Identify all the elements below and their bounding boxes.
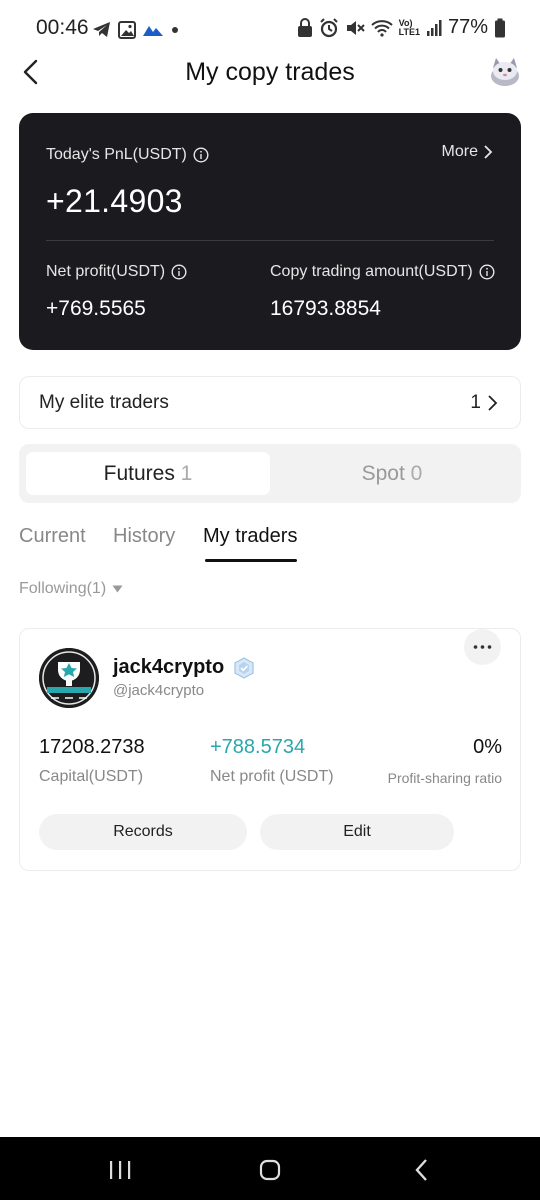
trader-handle: @jack4crypto	[113, 682, 205, 699]
segment-spot-count: 0	[410, 462, 423, 485]
card-divider	[46, 240, 494, 241]
verified-badge-icon	[234, 656, 254, 679]
profit-sharing-ratio-label: Profit-sharing ratio	[387, 770, 502, 786]
signal-icon	[426, 19, 442, 36]
mute-icon	[346, 20, 365, 35]
copy-amount-label-group: Copy trading amount(USDT)	[270, 263, 495, 281]
following-filter-label: Following(1)	[19, 580, 107, 597]
todays-pnl-value: +21.4903	[46, 183, 183, 219]
net-profit-label-group: Net profit(USDT)	[46, 263, 187, 281]
gallery-icon	[118, 21, 136, 39]
trader-net-profit-label: Net profit (USDT)	[210, 768, 334, 785]
profile-avatar-icon[interactable]	[488, 54, 522, 88]
dot-icon	[172, 27, 178, 33]
more-options-button[interactable]	[464, 629, 501, 665]
battery-percent: 77%	[447, 16, 488, 38]
system-back-icon[interactable]	[413, 1158, 431, 1182]
recent-apps-icon[interactable]	[108, 1159, 132, 1181]
trader-card: jack4crypto @jack4crypto 17208.2738 Capi…	[19, 628, 521, 871]
net-profit-label: Net profit(USDT)	[46, 263, 166, 280]
pnl-summary-card: Today's PnL(USDT) More +21.4903 Net prof…	[19, 113, 521, 350]
info-icon[interactable]	[193, 147, 209, 163]
info-icon[interactable]	[171, 264, 187, 280]
chevron-right-icon	[488, 395, 498, 411]
tab-history[interactable]: History	[113, 525, 175, 548]
copy-amount-value: 16793.8854	[270, 297, 381, 320]
net-profit-value: +769.5565	[46, 297, 146, 320]
volte-icon: Vo) LTE1	[398, 18, 420, 37]
page-title: My copy trades	[185, 58, 355, 86]
info-icon[interactable]	[479, 264, 495, 280]
segment-spot[interactable]: Spot 0	[270, 452, 514, 495]
system-nav-bar	[0, 1137, 540, 1200]
more-dots-icon	[473, 645, 492, 649]
segment-spot-label: Spot	[361, 462, 405, 485]
capital-value: 17208.2738	[39, 736, 145, 758]
active-tab-indicator	[205, 559, 297, 562]
segment-futures-count: 1	[180, 462, 193, 485]
market-segment-control: Futures 1 Spot 0	[19, 444, 521, 503]
status-bar: 00:46 Vo) LTE1 77%	[0, 0, 540, 58]
elite-traders-count-group: 1	[470, 392, 498, 414]
segment-futures-label: Futures	[103, 462, 175, 485]
todays-pnl-label: Today's PnL(USDT)	[46, 146, 187, 163]
telegram-icon	[93, 22, 110, 37]
tab-current[interactable]: Current	[19, 525, 86, 548]
alarm-icon	[319, 17, 338, 37]
capital-label: Capital(USDT)	[39, 768, 144, 785]
records-button[interactable]: Records	[39, 814, 247, 850]
more-link[interactable]: More	[442, 143, 493, 161]
segment-futures[interactable]: Futures 1	[26, 452, 270, 495]
following-filter-dropdown[interactable]: Following(1)	[19, 580, 123, 598]
status-left-icons	[92, 18, 180, 42]
more-label: More	[441, 143, 478, 160]
tab-my-traders[interactable]: My traders	[203, 525, 297, 548]
copy-amount-label: Copy trading amount(USDT)	[270, 263, 473, 280]
chevron-right-icon	[484, 145, 493, 159]
my-elite-traders-row[interactable]: My elite traders 1	[19, 376, 521, 429]
lte-text: LTE1	[398, 26, 420, 37]
trader-avatar[interactable]	[39, 648, 99, 708]
elite-traders-label: My elite traders	[39, 392, 169, 413]
edit-button[interactable]: Edit	[260, 814, 454, 850]
trader-net-profit-value: +788.5734	[210, 736, 306, 758]
caret-down-icon	[112, 585, 123, 593]
home-icon[interactable]	[259, 1159, 281, 1181]
profit-sharing-ratio-value: 0%	[473, 736, 502, 758]
battery-icon	[495, 18, 505, 37]
lock-icon	[297, 17, 312, 37]
trader-name-group: jack4crypto	[113, 656, 256, 679]
todays-pnl-label-group: Today's PnL(USDT)	[46, 146, 209, 164]
cloud-icon	[143, 26, 163, 36]
trader-name[interactable]: jack4crypto	[113, 656, 224, 679]
status-right-icons: Vo) LTE1 77%	[297, 16, 506, 39]
elite-traders-count: 1	[470, 392, 481, 413]
status-time: 00:46	[36, 16, 89, 39]
wifi-icon	[370, 19, 393, 37]
